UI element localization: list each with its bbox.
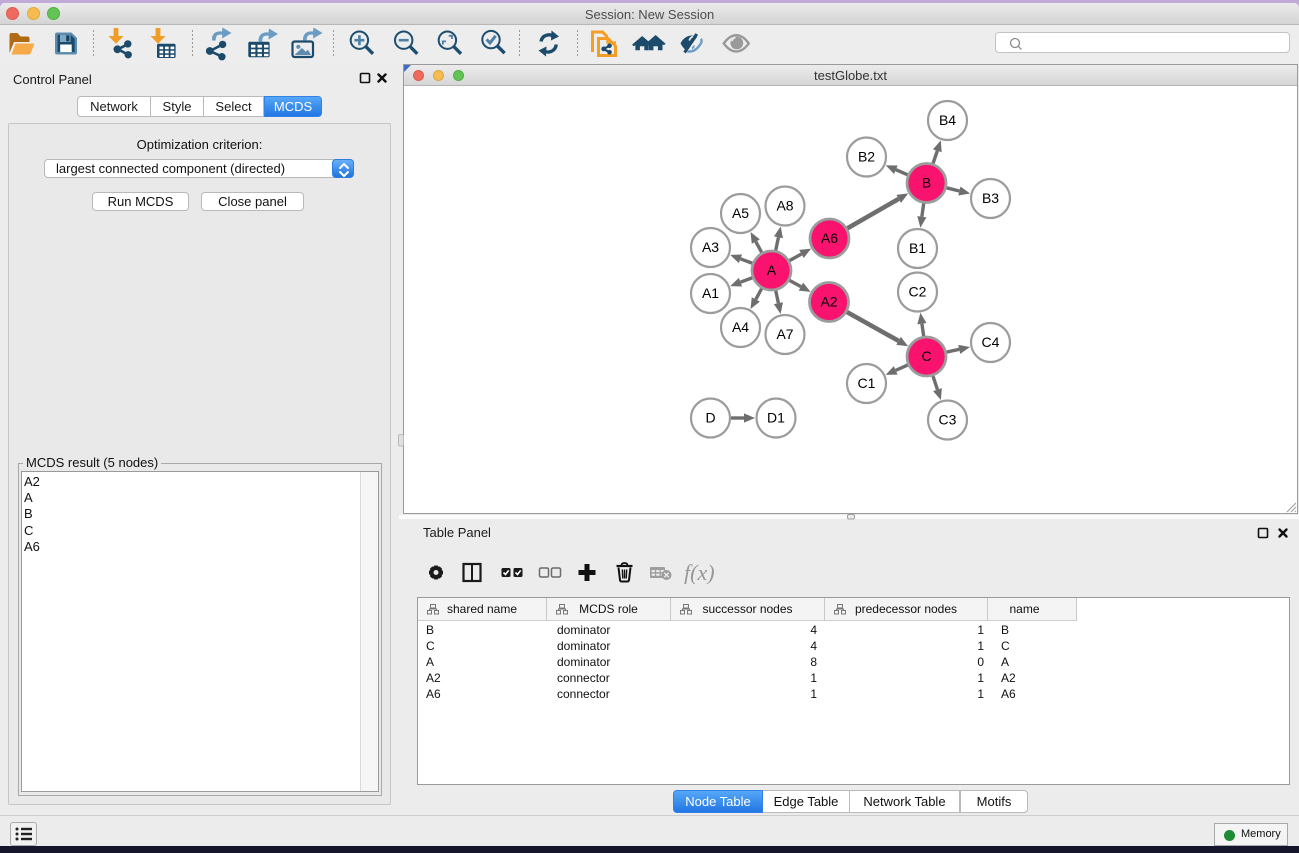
svg-text:D: D <box>705 410 715 426</box>
svg-text:B2: B2 <box>858 149 875 165</box>
svg-text:f(x): f(x) <box>684 560 715 584</box>
svg-text:C2: C2 <box>909 284 927 300</box>
svg-text:C1: C1 <box>858 375 876 391</box>
svg-text:D1: D1 <box>767 410 785 426</box>
svg-text:A4: A4 <box>732 319 749 335</box>
svg-text:A5: A5 <box>732 205 749 221</box>
svg-text:B: B <box>922 175 931 191</box>
svg-text:A1: A1 <box>702 285 719 301</box>
svg-text:A8: A8 <box>776 198 793 214</box>
svg-text:A: A <box>767 262 777 278</box>
svg-text:B1: B1 <box>909 240 926 256</box>
svg-text:C4: C4 <box>982 334 1000 350</box>
svg-text:A3: A3 <box>702 239 719 255</box>
svg-text:A6: A6 <box>821 230 838 246</box>
svg-text:A7: A7 <box>776 326 793 342</box>
svg-text:C: C <box>921 348 931 364</box>
svg-text:B4: B4 <box>939 112 956 128</box>
svg-text:B3: B3 <box>982 190 999 206</box>
svg-text:A2: A2 <box>820 294 837 310</box>
svg-text:C3: C3 <box>939 412 957 428</box>
